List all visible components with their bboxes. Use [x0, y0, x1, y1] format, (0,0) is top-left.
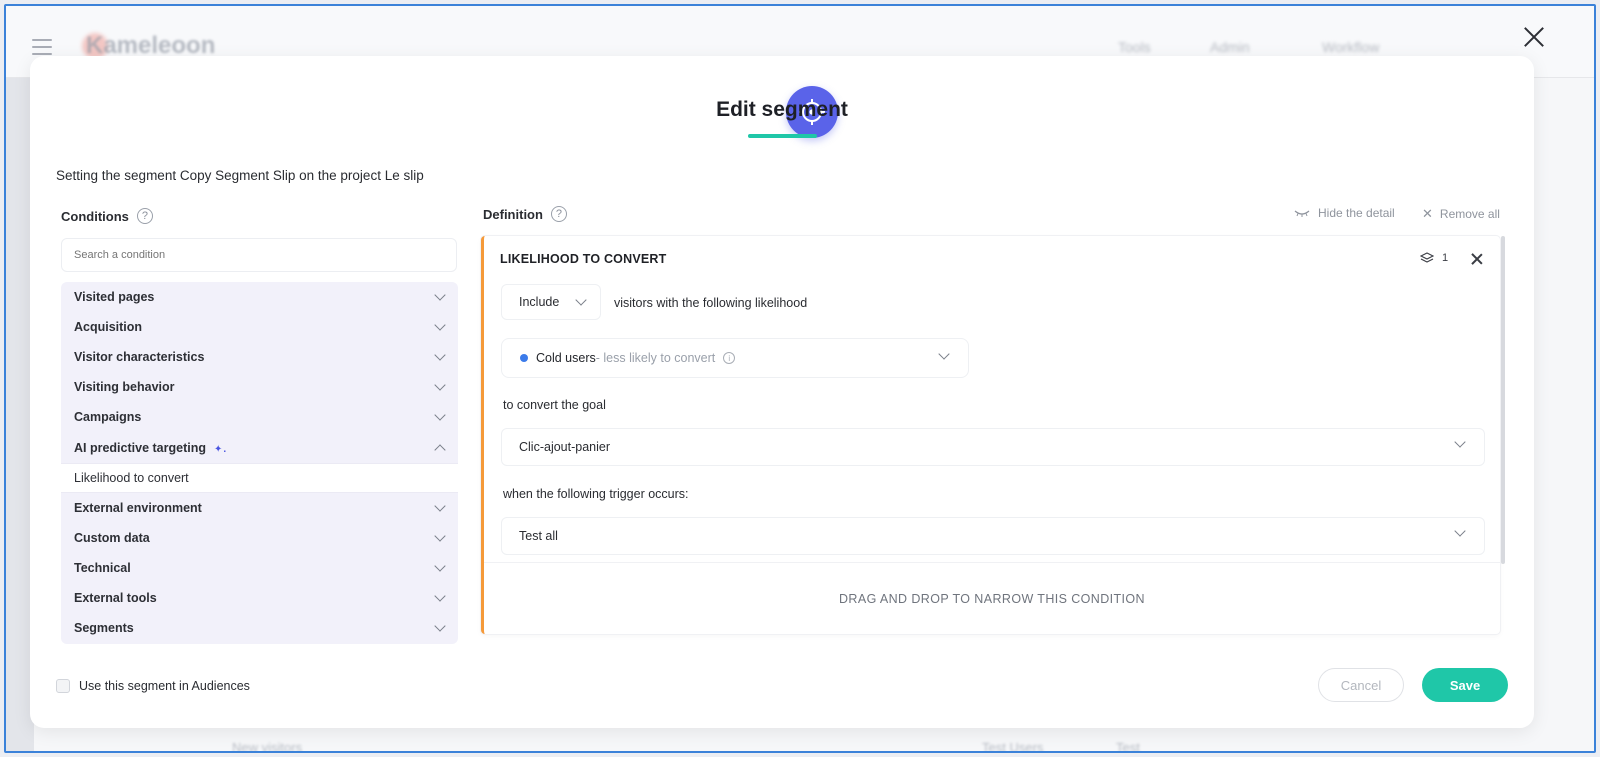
remove-all-label: Remove all [1439, 207, 1500, 221]
likelihood-value: Cold users [536, 351, 596, 365]
close-modal-icon[interactable] [1521, 24, 1547, 50]
chevron-down-icon [434, 289, 446, 301]
chevron-down-icon [434, 620, 446, 632]
background-nav-item: Tools [1118, 39, 1151, 55]
narrow-condition-drop-zone[interactable]: DRAG AND DROP TO NARROW THIS CONDITION [484, 562, 1500, 634]
condition-category-label: External tools [74, 590, 157, 605]
closed-eye-icon [1294, 210, 1310, 217]
chevron-down-icon [434, 379, 446, 391]
goal-label: to convert the goal [503, 398, 606, 412]
checkbox-box[interactable] [56, 679, 70, 693]
condition-category-label: Visitor characteristics [74, 350, 205, 365]
chevron-down-icon [434, 590, 446, 602]
condition-category-segments[interactable]: Segments [61, 613, 458, 643]
chevron-down-icon [434, 349, 446, 361]
status-dot [520, 354, 528, 362]
conditions-header: Conditions ? [61, 208, 153, 224]
modal-title: Edit segment [716, 98, 848, 121]
edit-segment-modal: Edit segment Setting the segment Copy Se… [30, 56, 1534, 728]
condition-category-ai-predictive-targeting[interactable]: AI predictive targeting ✦. [61, 432, 458, 462]
trigger-label: when the following trigger occurs: [503, 487, 689, 501]
chevron-down-icon [938, 348, 950, 360]
condition-category-label: Visited pages [74, 290, 155, 305]
definition-title: Definition [483, 206, 543, 222]
definition-header: Definition ? [483, 206, 567, 222]
condition-category-external-tools[interactable]: External tools [61, 583, 458, 613]
condition-card: LIKELIHOOD TO CONVERT 1 Include visitors… [481, 236, 1500, 634]
condition-label: Likelihood to convert [74, 470, 189, 485]
layer-count-value: 1 [1442, 252, 1449, 264]
background-nav-item: Admin [1210, 39, 1250, 55]
chevron-down-icon [1454, 525, 1466, 537]
condition-category-custom-data[interactable]: Custom data [61, 523, 458, 553]
goal-select[interactable]: Clic-ajout-panier [501, 428, 1485, 466]
layers-icon [1420, 252, 1434, 263]
chevron-down-icon [434, 409, 446, 422]
include-select[interactable]: Include [501, 284, 601, 320]
condition-card-title: LIKELIHOOD TO CONVERT [500, 252, 667, 266]
sparkle-icon: ✦. [213, 443, 228, 455]
chevron-down-icon [575, 294, 587, 306]
chevron-down-icon [434, 560, 446, 572]
help-icon[interactable]: ? [136, 208, 153, 224]
definition-scrollbar[interactable] [1501, 236, 1505, 564]
likelihood-select[interactable]: Cold users - less likely to convert i [501, 338, 969, 378]
info-icon[interactable]: i [723, 352, 736, 364]
hide-detail-label: Hide the detail [1318, 206, 1395, 220]
trigger-value: Test all [519, 529, 558, 543]
use-in-audiences-label: Use this segment in Audiences [79, 679, 250, 693]
remove-all-button[interactable]: ✕ Remove all [1422, 206, 1500, 222]
conditions-title: Conditions [61, 208, 129, 224]
condition-category-label: Technical [74, 560, 131, 575]
condition-category-label: AI predictive targeting ✦. [74, 441, 227, 455]
close-icon: ✕ [1422, 206, 1433, 221]
trigger-select[interactable]: Test all [501, 517, 1485, 555]
cancel-button[interactable]: Cancel [1318, 668, 1404, 702]
condition-category-external-environment[interactable]: External environment [61, 493, 458, 523]
goal-value: Clic-ajout-panier [519, 440, 611, 454]
remove-condition-icon[interactable] [1470, 252, 1484, 266]
condition-category-label: Visiting behavior [74, 380, 175, 395]
condition-category-label: Acquisition [74, 320, 143, 335]
condition-category-campaigns[interactable]: Campaigns [61, 402, 458, 432]
chevron-down-icon [1454, 436, 1466, 448]
condition-likelihood-to-convert[interactable]: Likelihood to convert [61, 462, 458, 493]
chevron-up-icon [434, 443, 446, 456]
background-row-text: New visitors [232, 740, 303, 753]
condition-category-visited-pages[interactable]: Visited pages [61, 282, 458, 312]
conditions-list: Visited pages Acquisition Visitor charac… [61, 282, 458, 644]
include-value: Include [519, 295, 560, 309]
condition-category-visitor-characteristics[interactable]: Visitor characteristics [61, 342, 458, 372]
title-underline [748, 134, 817, 138]
save-button[interactable]: Save [1422, 668, 1508, 702]
background-row-text: Test [1116, 740, 1140, 753]
condition-category-label: Segments [74, 621, 134, 636]
background-nav-item: Workflow [1322, 39, 1380, 55]
chevron-down-icon [434, 530, 446, 542]
modal-subtitle: Setting the segment Copy Segment Slip on… [56, 168, 424, 183]
condition-category-label-text: AI predictive targeting [74, 440, 206, 455]
condition-category-label: Campaigns [74, 410, 142, 425]
background-row-text: Test Users [982, 740, 1044, 753]
hide-detail-button[interactable]: Hide the detail [1294, 206, 1395, 220]
condition-category-label: Custom data [74, 530, 150, 545]
condition-category-visiting-behavior[interactable]: Visiting behavior [61, 372, 458, 402]
include-description: visitors with the following likelihood [614, 296, 808, 310]
condition-category-technical[interactable]: Technical [61, 553, 458, 583]
likelihood-description: - less likely to convert [595, 351, 716, 365]
help-icon[interactable]: ? [550, 206, 567, 222]
layer-count[interactable]: 1 [1420, 252, 1448, 264]
chevron-down-icon [434, 500, 446, 512]
condition-category-acquisition[interactable]: Acquisition [61, 312, 458, 342]
search-condition-input[interactable] [61, 238, 457, 272]
use-in-audiences-checkbox[interactable]: Use this segment in Audiences [56, 679, 250, 693]
condition-category-label: External environment [74, 500, 202, 515]
chevron-down-icon [434, 319, 446, 331]
